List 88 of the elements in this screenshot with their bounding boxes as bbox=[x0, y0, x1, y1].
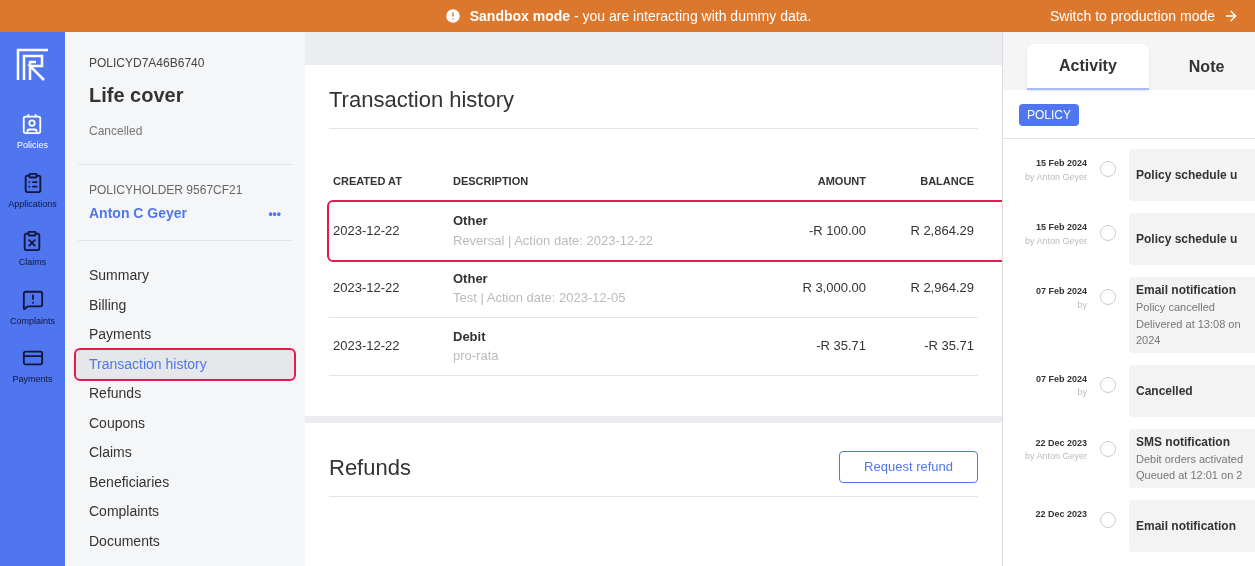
balance-cell-text: R 2,964.29 bbox=[909, 279, 974, 298]
rail-item[interactable]: Claims bbox=[18, 230, 47, 270]
activity-detail: Policy cancelled bbox=[1136, 300, 1216, 315]
activity-detail: Delivered at 13:08 on bbox=[1136, 316, 1242, 332]
activity-title: SMS notification bbox=[1136, 433, 1231, 451]
nav-item[interactable]: Refunds bbox=[78, 379, 292, 409]
section-title: Transaction history bbox=[329, 83, 978, 129]
policy-title: Life cover bbox=[89, 83, 185, 108]
nav-item[interactable]: Payments bbox=[78, 320, 292, 350]
balance-cell-text: -R 35.71 bbox=[923, 337, 974, 356]
activity-title: Policy schedule u bbox=[1136, 231, 1239, 248]
timeline-node-icon bbox=[1100, 161, 1116, 177]
activity-title: Cancelled bbox=[1136, 382, 1194, 400]
activity-detail: Queued at 12:01 on 2 bbox=[1136, 468, 1244, 483]
more-button[interactable]: ••• bbox=[268, 204, 281, 223]
activity-card[interactable]: Cancelled bbox=[1129, 364, 1255, 417]
activity-card[interactable]: Policy schedule u bbox=[1129, 149, 1255, 201]
activity-date: 22 Dec 2023 bbox=[1034, 436, 1087, 450]
nav-item[interactable]: Coupons bbox=[78, 408, 292, 438]
nav-item[interactable]: Beneficiaries bbox=[78, 467, 292, 497]
activity-date: 07 Feb 2024 bbox=[1034, 372, 1087, 386]
column-header: DESCRIPTION bbox=[453, 174, 530, 189]
transaction-row[interactable]: 2023-12-22 Other Reversal | Action date: 2023-12-22 -R 100.00 R 2,864.29 bbox=[329, 201, 1006, 260]
activity-date: 22 Dec 2023 bbox=[1034, 507, 1087, 521]
activity-date: 07 Feb 2024 bbox=[1034, 285, 1087, 298]
panel-tab[interactable]: Note bbox=[1156, 44, 1255, 90]
transaction-type: Debit bbox=[453, 327, 487, 346]
activity-card[interactable]: Policy schedule u bbox=[1129, 213, 1255, 265]
policyholder-link[interactable]: Anton C Geyer bbox=[89, 203, 187, 224]
activity-card[interactable]: Email notification Policy cancelled Delivered at 13:08 on 2024 bbox=[1129, 277, 1255, 353]
transaction-row[interactable]: 2023-12-22 Debit pro-rata -R 35.71 -R 35.71 bbox=[329, 317, 978, 376]
date-cell-text: 2023-12-22 bbox=[333, 279, 401, 298]
badge-icon bbox=[21, 113, 44, 135]
date-cell-text: 2023-12-22 bbox=[333, 337, 401, 356]
timeline-node-icon bbox=[1100, 511, 1116, 528]
timeline-node-icon bbox=[1100, 289, 1116, 305]
timeline-node-icon bbox=[1100, 376, 1116, 393]
transaction-row[interactable]: 2023-12-22 Other Test | Action date: 2023-12-05 R 3,000.00 R 2,964.29 bbox=[329, 259, 978, 318]
activity-author: by Anton Geyer bbox=[1023, 234, 1087, 248]
activity-date: 15 Feb 2024 bbox=[1034, 221, 1087, 234]
rail-item[interactable]: Policies bbox=[17, 113, 48, 153]
column-header: CREATED AT bbox=[333, 174, 403, 189]
nav-item[interactable]: Summary bbox=[78, 261, 292, 291]
alert-icon bbox=[443, 7, 462, 25]
rail-item[interactable]: Applications bbox=[8, 171, 57, 211]
nav-item[interactable]: Complaints bbox=[78, 497, 292, 527]
request-refund-button[interactable]: Request refund bbox=[839, 451, 978, 483]
column-header: BALANCE bbox=[919, 174, 974, 189]
amount-cell-text: -R 35.71 bbox=[815, 337, 866, 356]
column-header: AMOUNT bbox=[816, 174, 866, 189]
nav-item[interactable]: Documents bbox=[78, 526, 292, 556]
policy-id: POLICYD7A46B6740 bbox=[89, 55, 206, 72]
banner-text: Sandbox mode - you are interacting with dummy data. bbox=[469, 6, 812, 26]
arrow-right-icon bbox=[1223, 8, 1239, 24]
date-cell-text: 2023-12-22 bbox=[333, 221, 401, 240]
chat-alert-icon bbox=[21, 288, 44, 311]
amount-cell-text: -R 100.00 bbox=[807, 221, 866, 240]
filter-tag[interactable]: POLICY bbox=[1019, 104, 1079, 126]
timeline-node-icon bbox=[1100, 225, 1116, 241]
transaction-detail: Reversal | Action date: 2023-12-22 bbox=[453, 231, 654, 250]
activity-card[interactable]: Email notification bbox=[1129, 499, 1255, 552]
transaction-detail: Test | Action date: 2023-12-05 bbox=[453, 289, 627, 307]
activity-author: by bbox=[1076, 386, 1087, 399]
activity-title: Email notification bbox=[1136, 282, 1237, 299]
activity-detail: Debit orders activated bbox=[1136, 451, 1244, 467]
policyholder-label: POLICYHOLDER 9567CF21 bbox=[89, 182, 244, 199]
panel-tab[interactable]: Activity bbox=[1027, 44, 1149, 90]
rail-item[interactable]: Payments bbox=[12, 347, 53, 387]
activity-author: by bbox=[1076, 298, 1087, 312]
activity-card[interactable]: SMS notification Debit orders activated Queued at 12:01 on 2 bbox=[1129, 428, 1255, 488]
activity-author: by Anton Geyer bbox=[1023, 450, 1087, 463]
timeline-node-icon bbox=[1100, 440, 1116, 457]
activity-title: Policy schedule u bbox=[1136, 167, 1239, 184]
rail-item[interactable]: Complaints bbox=[10, 288, 55, 328]
section-title: Refunds bbox=[329, 453, 411, 482]
policy-status: Cancelled bbox=[89, 123, 144, 140]
activity-detail: 2024 bbox=[1136, 333, 1162, 348]
transaction-type: Other bbox=[453, 212, 489, 230]
balance-cell-text: R 2,864.29 bbox=[909, 221, 974, 240]
activity-author: by Anton Geyer bbox=[1023, 170, 1087, 184]
transaction-detail: pro-rata bbox=[453, 347, 500, 365]
transaction-type: Other bbox=[453, 269, 489, 288]
amount-cell-text: R 3,000.00 bbox=[801, 279, 866, 298]
logo-icon bbox=[15, 48, 50, 82]
activity-title: Email notification bbox=[1136, 517, 1237, 535]
activity-date: 15 Feb 2024 bbox=[1034, 157, 1087, 170]
nav-item[interactable]: Billing bbox=[78, 290, 292, 320]
nav-item[interactable]: Claims bbox=[78, 438, 292, 468]
